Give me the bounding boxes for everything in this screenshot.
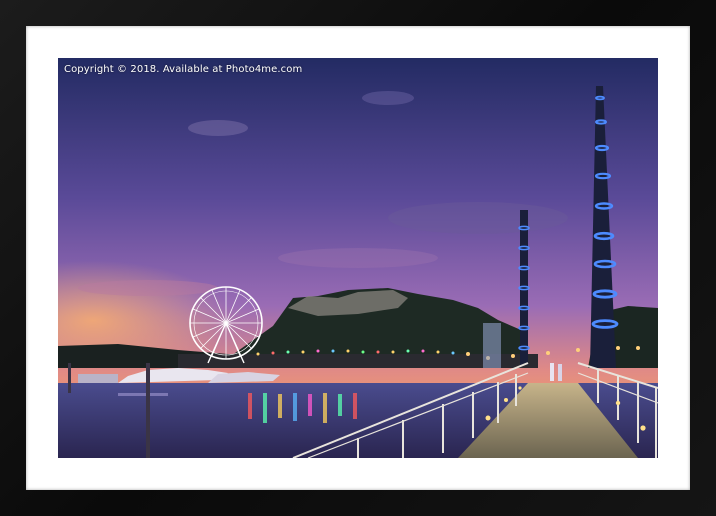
copyright-watermark: Copyright © 2018. Available at Photo4me.…	[64, 64, 303, 75]
harbour-night-scene	[58, 58, 658, 458]
mooring-post	[146, 363, 150, 458]
cloud	[362, 91, 414, 105]
pedestrian	[558, 364, 562, 381]
cloud	[388, 202, 568, 234]
cloud	[78, 280, 218, 296]
pedestrian	[550, 363, 554, 381]
cloud	[188, 120, 248, 136]
bridge-tower	[483, 323, 501, 368]
cloud	[278, 248, 438, 268]
light-pole-left	[518, 210, 530, 365]
moored-boat	[78, 374, 118, 384]
mooring-post	[68, 363, 71, 393]
framed-photo: Copyright © 2018. Available at Photo4me.…	[58, 58, 658, 458]
